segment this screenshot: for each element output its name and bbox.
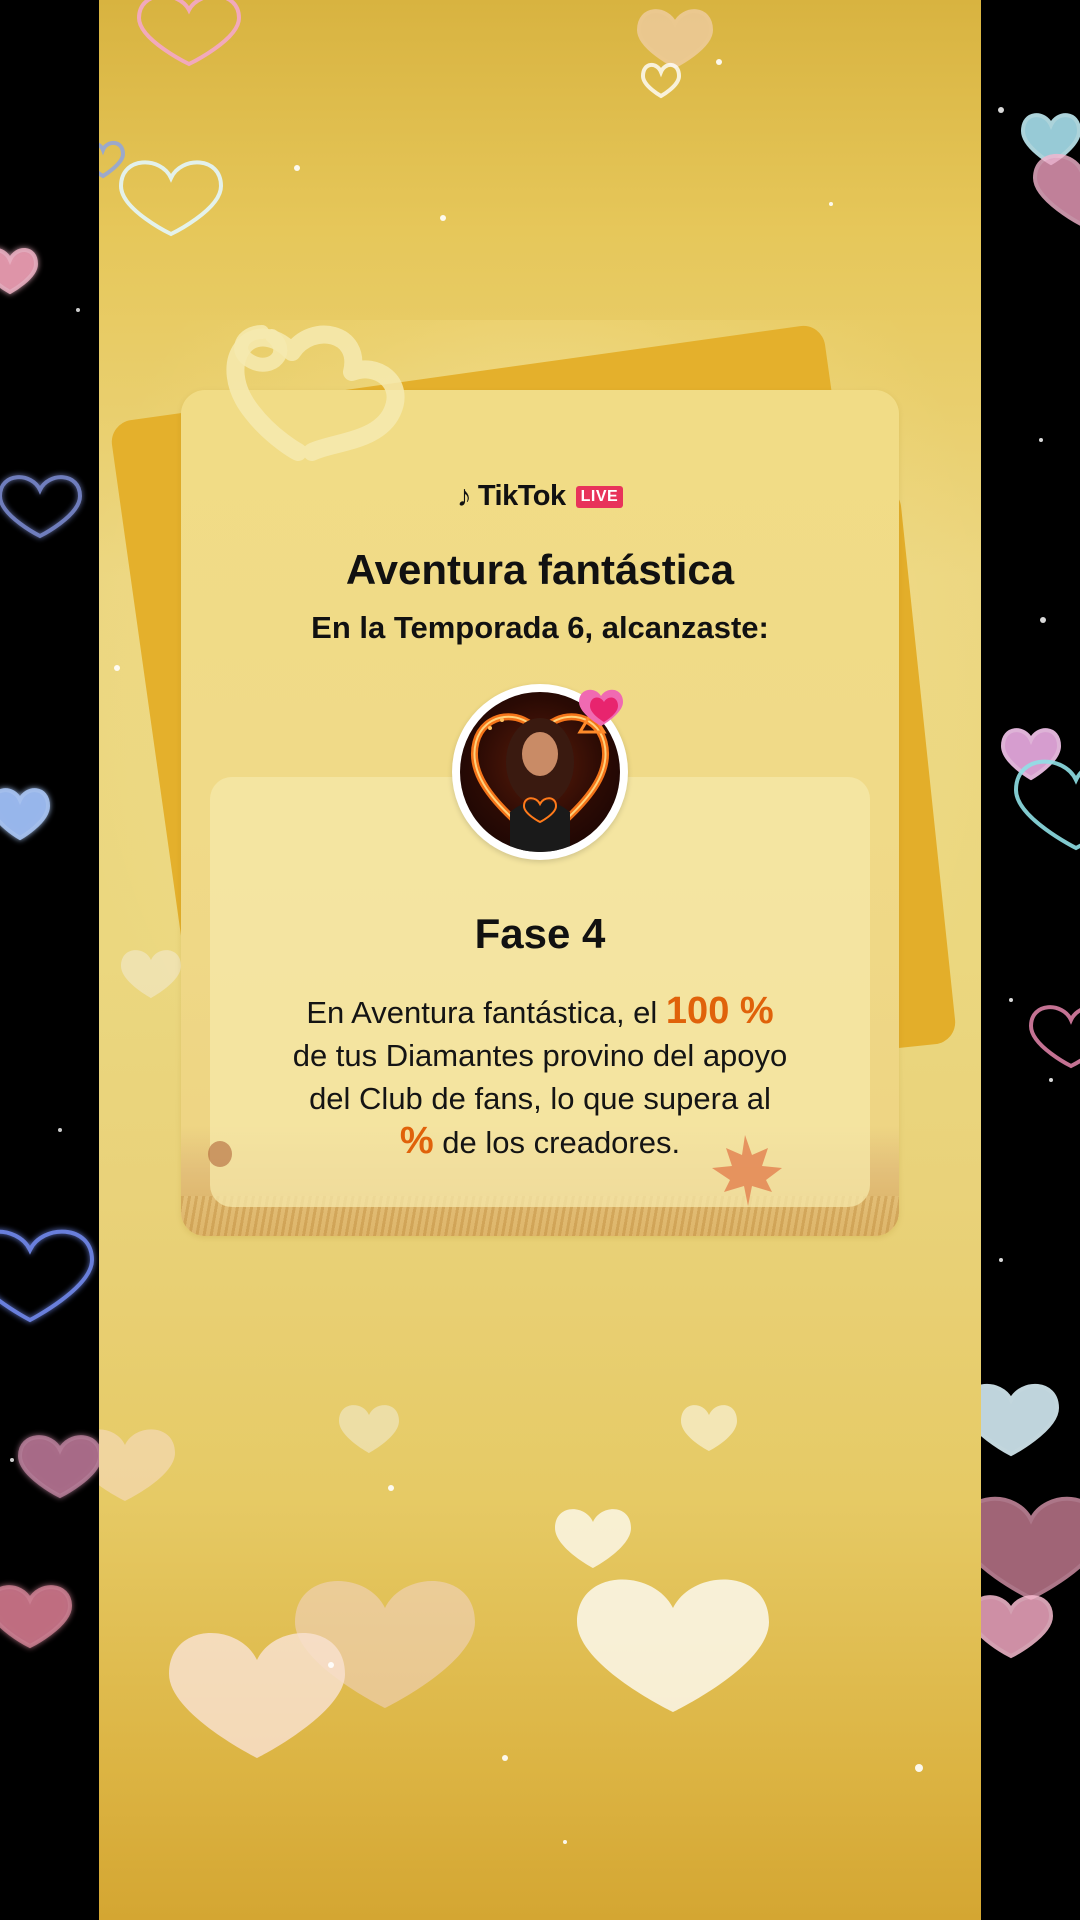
brand-name: TikTok xyxy=(477,480,566,512)
diamond-percentage: 100 % xyxy=(665,990,774,1032)
description-line-1: En Aventura fantástica, el 100 % xyxy=(230,990,850,1034)
card-title: Aventura fantástica xyxy=(345,546,735,593)
description-text: de los creadores. xyxy=(433,1125,681,1160)
fan-club-heart-logo xyxy=(226,325,405,461)
tiktok-note-icon: ♪ xyxy=(456,479,472,513)
screen: ♪ TikTok LIVE Aventura fantástica En la … xyxy=(0,0,1080,1920)
left-side-strip xyxy=(0,0,99,1920)
creators-percentage: % xyxy=(399,1120,434,1162)
description-text: En Aventura fantástica, el xyxy=(306,995,666,1030)
tiktok-live-brand: ♪ TikTok LIVE xyxy=(0,480,1080,513)
description-line-3: del Club de fans, lo que supera al xyxy=(309,1081,771,1116)
floating-hearts-right xyxy=(981,107,1080,1659)
acorn-icon xyxy=(208,1141,232,1167)
card-subtitle: En la Temporada 6, alcanzaste: xyxy=(311,610,769,645)
floating-hearts-left xyxy=(0,248,99,1649)
description-line-2: de tus Diamantes provino del apoyo xyxy=(292,1038,788,1073)
right-side-strip xyxy=(981,0,1080,1920)
maple-leaf-icon xyxy=(712,1135,782,1206)
live-badge: LIVE xyxy=(575,485,624,508)
fan-club-heart-icon xyxy=(579,689,623,726)
phase-label: Fase 4 xyxy=(474,910,606,957)
